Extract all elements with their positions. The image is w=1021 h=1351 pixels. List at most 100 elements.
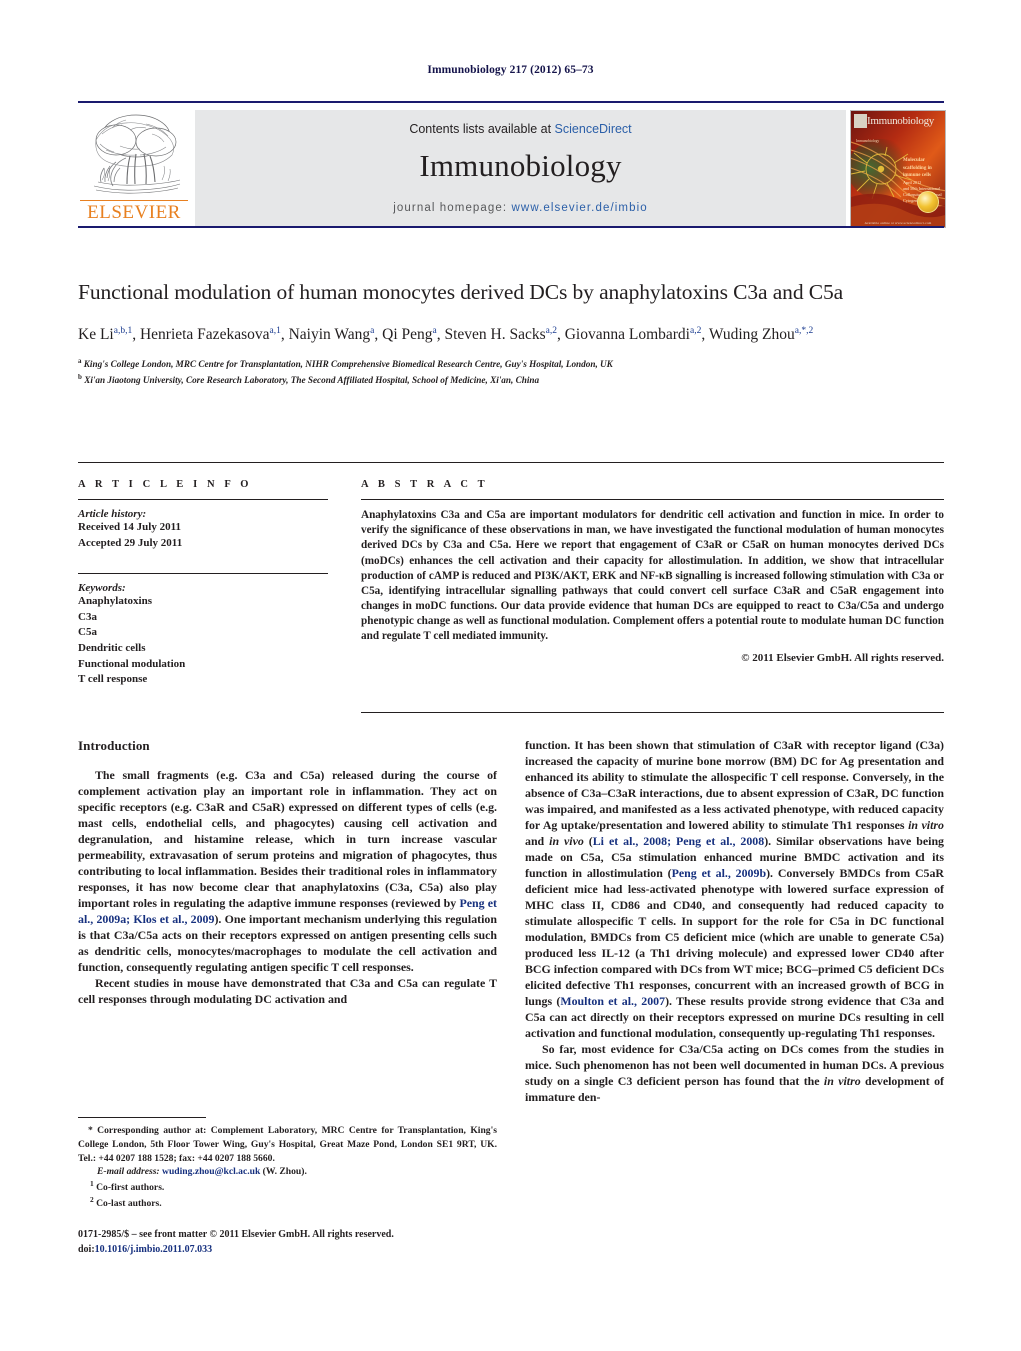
homepage-prefix: journal homepage: — [393, 202, 512, 214]
keyword-item: Dendritic cells — [78, 642, 146, 655]
paragraph-text: and — [525, 834, 550, 848]
footnote-rule — [78, 1117, 206, 1118]
paragraph-text: The small fragments (e.g. C3a and C5a) r… — [78, 768, 497, 911]
email-label: E-mail address: — [97, 1166, 160, 1178]
abstract-bottom-rule — [361, 712, 944, 713]
author-affiliation-marker: a — [370, 325, 375, 336]
title-block: Functional modulation of human monocytes… — [78, 278, 944, 388]
author-affiliation-marker: a,2 — [690, 325, 702, 336]
contents-prefix: Contents lists available at — [409, 122, 555, 136]
footnote-item: 2 Co-last authors. — [78, 1195, 497, 1211]
article-title: Functional modulation of human monocytes… — [78, 280, 844, 304]
author-affiliation-marker: a,2 — [545, 325, 557, 336]
footnote-block: * Corresponding author at: Complement La… — [78, 1124, 497, 1211]
abstract-text: Anaphylatoxins C3a and C5a are important… — [361, 509, 944, 643]
elsevier-wordmark: ELSEVIER — [80, 200, 188, 222]
keyword-item: Anaphylatoxins — [78, 595, 152, 608]
keyword-item: Functional modulation — [78, 657, 186, 670]
paragraph-text: Recent studies in mouse have demonstrate… — [78, 976, 497, 1007]
cover-footer-text: Available online at www.sciencedirect.co… — [864, 221, 932, 225]
emphasis-text: in vitro — [823, 1074, 861, 1088]
abstract-copyright: © 2011 Elsevier GmbH. All rights reserve… — [741, 651, 944, 664]
cover-journal-title: Immunobiology — [867, 115, 934, 127]
author-name: Wuding Zhou — [708, 325, 795, 343]
journal-cover-thumbnail[interactable]: Immunobiology Immunobiology Molecular sc… — [850, 110, 946, 228]
affiliation-text: King's College London, MRC Centre for Tr… — [81, 358, 613, 369]
author-affiliation-marker: a,*,2 — [794, 325, 814, 336]
abstract-rule — [361, 499, 944, 500]
citation-link[interactable]: Peng et al., 2009b — [672, 866, 766, 880]
author-affiliation-marker: a,1 — [269, 325, 281, 336]
affiliation-item: b Xi'an Jiaotong University, Core Resear… — [78, 372, 944, 388]
body-paragraph: Recent studies in mouse have demonstrate… — [78, 975, 497, 1007]
article-info-heading: A R T I C L E I N F O — [78, 479, 253, 490]
article-history-received: Received 14 July 2011 — [78, 521, 181, 533]
email-suffix: (W. Zhou). — [260, 1166, 307, 1178]
author-name: Steven H. Sacks — [444, 325, 546, 343]
abstract-column: A B S T R A C T Anaphylatoxins C3a and C… — [361, 479, 944, 664]
paragraph-text: ). Conversely BMDCs from C5aR deficient … — [525, 866, 945, 1008]
journal-homepage-link[interactable]: www.elsevier.de/imbio — [512, 202, 648, 214]
cover-publisher-mark — [854, 114, 867, 128]
info-top-rule — [78, 462, 944, 463]
body-paragraph: function. It has been shown that stimula… — [525, 737, 944, 1041]
keyword-item: T cell response — [78, 673, 148, 686]
masthead-band: Contents lists available at ScienceDirec… — [195, 110, 846, 226]
contents-available-line: Contents lists available at ScienceDirec… — [195, 122, 846, 136]
running-head: Immunobiology 217 (2012) 65–73 — [427, 64, 594, 76]
email-link[interactable]: wuding.zhou@kcl.ac.uk — [162, 1166, 260, 1177]
keywords-rule — [78, 573, 328, 575]
author-name: Giovanna Lombardi — [564, 325, 690, 343]
keyword-item: C5a — [78, 626, 97, 639]
paragraph-text: ( — [583, 834, 593, 848]
keywords-block: Keywords: Anaphylatoxins C3a C5a Dendrit… — [78, 573, 328, 688]
author-affiliation-marker: a — [432, 325, 437, 336]
article-page: Immunobiology 217 (2012) 65–73 ELSEVIER … — [0, 0, 1021, 1351]
journal-title: Immunobiology — [419, 148, 622, 183]
elsevier-tree-icon — [86, 110, 182, 198]
affiliation-item: a King's College London, MRC Centre for … — [78, 356, 944, 372]
journal-homepage-line: journal homepage: www.elsevier.de/imbio — [195, 202, 846, 214]
citation-link[interactable]: Li et al., 2008; Peng et al., 2008 — [593, 834, 764, 848]
author-name: Henrieta Fazekasova — [139, 325, 270, 343]
body-column-right: function. It has been shown that stimula… — [525, 737, 944, 1105]
footnote-item: 1 Co-first authors. — [78, 1179, 497, 1195]
article-history-label: Article history: — [78, 508, 147, 520]
doi-link[interactable]: 10.1016/j.imbio.2011.07.033 — [95, 1244, 213, 1255]
cover-blurb-title: Molecular scaffolding in immune cells — [903, 158, 932, 178]
emphasis-text: in vivo — [549, 834, 584, 848]
body-paragraph: So far, most evidence for C3a/C5a acting… — [525, 1041, 944, 1105]
footnote-marker: 2 — [90, 1195, 94, 1205]
right-column-paragraphs: function. It has been shown that stimula… — [525, 737, 944, 1105]
author-name: Ke Li — [78, 325, 114, 343]
paragraph-text: function. It has been shown that stimula… — [525, 738, 944, 832]
body-column-left: Introduction The small fragments (e.g. C… — [78, 737, 497, 1007]
affiliation-list: a King's College London, MRC Centre for … — [78, 356, 944, 388]
article-history-accepted: Accepted 29 July 2011 — [78, 536, 183, 549]
keywords-label: Keywords: — [78, 582, 126, 595]
imprint-block: 0171-2985/$ – see front matter © 2011 El… — [78, 1227, 497, 1257]
author-name: Qi Peng — [382, 325, 433, 343]
article-info-column: A R T I C L E I N F O Article history: R… — [78, 479, 328, 688]
imprint-front-matter: 0171-2985/$ – see front matter © 2011 El… — [78, 1229, 394, 1240]
elsevier-logo: ELSEVIER — [80, 110, 188, 226]
author-list: Ke Lia,b,1, Henrieta Fazekasovaa,1, Naiy… — [78, 325, 814, 343]
keyword-item: C3a — [78, 610, 97, 623]
emphasis-text: in vitro — [908, 818, 944, 832]
email-note: E-mail address: wuding.zhou@kcl.ac.uk (W… — [78, 1165, 497, 1179]
corresponding-author-note: * Corresponding author at: Complement La… — [78, 1125, 497, 1164]
footnote-text: Co-last authors. — [96, 1198, 162, 1210]
sciencedirect-link[interactable]: ScienceDirect — [555, 122, 632, 136]
masthead-bottom-rule — [78, 226, 944, 228]
author-name: Naiyin Wang — [288, 325, 371, 343]
footnote-marker: 1 — [90, 1179, 94, 1189]
left-column-paragraphs: The small fragments (e.g. C3a and C5a) r… — [78, 767, 497, 1007]
footnote-text: Co-first authors. — [96, 1182, 165, 1194]
affiliation-text: Xi'an Jiaotong University, Core Research… — [81, 374, 540, 385]
section-heading-introduction: Introduction — [78, 738, 150, 753]
imprint-doi-line: doi:10.1016/j.imbio.2011.07.033 — [78, 1242, 497, 1257]
doi-label: doi: — [78, 1244, 95, 1255]
citation-link[interactable]: Moulton et al., 2007 — [560, 994, 665, 1008]
masthead-top-rule — [78, 101, 944, 103]
cover-badge-icon — [917, 191, 939, 213]
